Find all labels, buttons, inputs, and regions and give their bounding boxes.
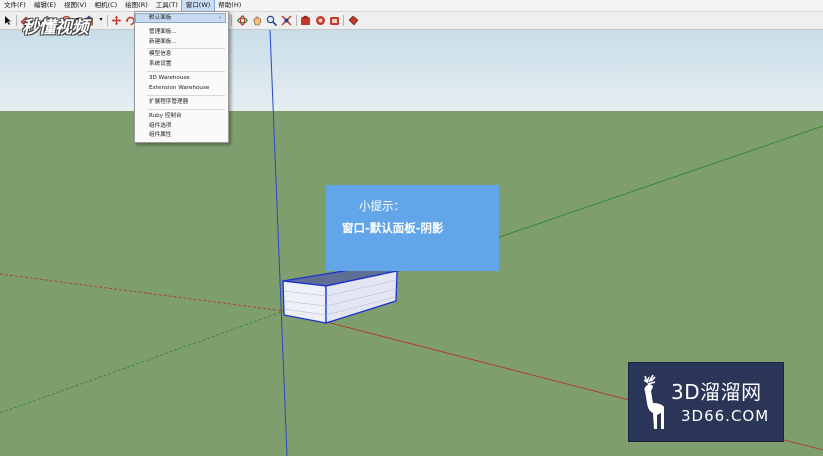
select-tool-icon[interactable] [2,14,14,26]
menu-item-extension-warehouse[interactable]: Extension Warehouse [149,84,209,92]
menu-item-preferences[interactable]: 系统设置 [149,60,171,68]
push-pull-dropdown-icon[interactable]: ▾ [95,14,107,26]
deer-icon [643,374,664,429]
tip-body: 窗口-默认面板-阴影 [342,221,444,235]
menu-bar: 文件(F) 编辑(E) 视图(V) 相机(C) 绘图(R) 工具(T) 窗口(W… [0,0,823,12]
logo-name: 3D溜溜网 [671,380,762,404]
warehouse-icon[interactable] [299,14,311,26]
menu-item-component-options[interactable]: 组件选项 [149,122,171,130]
extension-warehouse-icon[interactable] [347,14,359,26]
menu-file[interactable]: 文件(F) [0,0,30,11]
window-menu-dropdown: 默认面板 › 管理面板... 新建面板... 模型信息 系统设置 3D Ware… [134,11,229,143]
menu-item-label: 默认面板 [149,15,172,21]
menu-item-3d-warehouse[interactable]: 3D Warehouse [149,74,190,82]
menu-edit[interactable]: 编辑(E) [30,0,60,11]
green-axis-negative [0,310,285,414]
menu-item-component-attributes[interactable]: 组件属性 [149,131,171,139]
zoom-icon[interactable] [265,14,277,26]
video-watermark: 秒懂视频 [22,18,89,38]
menu-separator [147,95,225,96]
menu-separator [147,71,225,72]
submenu-arrow-icon: › [218,15,221,21]
menu-view[interactable]: 视图(V) [60,0,91,11]
zoom-extents-icon[interactable] [280,14,292,26]
orbit-icon[interactable] [236,14,248,26]
menu-item-default-tray[interactable]: 默认面板 › [135,13,226,23]
box-model [282,265,398,324]
site-logo: 3D溜溜网 3D66.COM [628,362,784,442]
tip-box: 小提示： 窗口-默认面板-阴影 [326,185,499,271]
menu-tools[interactable]: 工具(T) [152,0,182,11]
blue-axis [269,30,288,456]
menu-window[interactable]: 窗口(W) [180,0,216,12]
logo-domain: 3D66.COM [681,407,770,425]
menu-camera[interactable]: 相机(C) [91,0,122,11]
menu-item-manage-trays[interactable]: 管理面板... [149,28,177,36]
menu-item-model-info[interactable]: 模型信息 [149,50,171,58]
menu-help[interactable]: 帮助(H) [214,0,245,11]
share-component-icon[interactable] [328,14,340,26]
tip-title: 小提示： [359,199,405,213]
pan-hand-icon[interactable] [251,14,263,26]
menu-draw[interactable]: 绘图(R) [121,0,152,11]
main-toolbar: ▾ ▾ ▾ [0,12,823,30]
menu-item-new-tray[interactable]: 新建面板... [149,38,177,46]
menu-item-ruby-console[interactable]: Ruby 控制台 [149,112,182,120]
menu-separator [147,48,225,49]
red-axis-negative [0,273,285,312]
menu-separator [147,109,225,110]
menu-item-extension-manager[interactable]: 扩展程序管理器 [149,98,188,106]
share-model-icon[interactable] [314,14,326,26]
move-tool-icon[interactable] [110,14,122,26]
